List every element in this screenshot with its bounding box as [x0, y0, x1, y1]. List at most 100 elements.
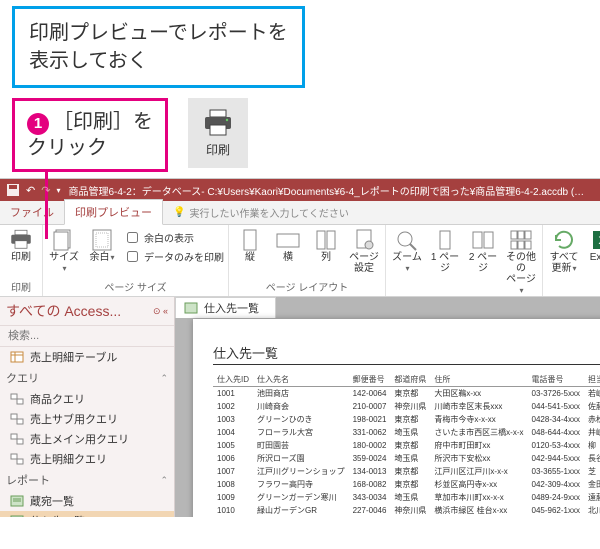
table-cell: 北川 理: [584, 504, 600, 517]
table-cell: 若嶋 瞳: [584, 387, 600, 401]
nav-item-label: 売上メイン用クエリ: [30, 431, 129, 447]
undo-icon[interactable]: ↶: [26, 184, 35, 197]
margin-label: 余白: [89, 252, 114, 263]
two-page-button[interactable]: 2 ページ: [466, 227, 500, 274]
refresh-icon: [552, 229, 576, 251]
table-cell: 359-0024: [349, 452, 391, 465]
table-cell: 0489-24-9xxx: [528, 491, 584, 504]
group-label-print: 印刷: [4, 278, 38, 296]
nav-item-label: 売上サブ用クエリ: [30, 411, 118, 427]
table-cell: 所沢市下安松xx: [430, 452, 527, 465]
query-icon: [10, 453, 24, 465]
table-row: 1002川崎商会210-0007神奈川県川崎市幸区末長xxx044-541-5x…: [213, 400, 600, 413]
tell-me[interactable]: 💡 実行したい作業を入力してください: [173, 205, 349, 224]
ribbon-group-pagelayout: 縦 横 列 ページ 設定 ページ レイアウト: [229, 225, 386, 296]
nav-item[interactable]: 蔵宛一覧: [0, 491, 174, 511]
nav-dropdown-icon[interactable]: ⊙ «: [153, 306, 168, 317]
table-cell: 198-0021: [349, 413, 391, 426]
nav-category[interactable]: クエリ⌃: [0, 367, 174, 389]
navigation-pane: すべての Access... ⊙ « 売上明細テーブルクエリ⌃商品クエリ売上サブ…: [0, 297, 175, 517]
table-cell: 江戸川区江戸川x-x-x: [430, 465, 527, 478]
query-icon: [10, 433, 24, 445]
table-header: 担当者: [584, 373, 600, 387]
nav-search-input[interactable]: [6, 329, 168, 343]
table-cell: 134-0013: [349, 465, 391, 478]
nav-item[interactable]: 商品クエリ: [0, 389, 174, 409]
table-cell: 神奈川県: [390, 400, 430, 413]
more-pages-button[interactable]: その他の ページ: [504, 227, 538, 296]
size-button[interactable]: サイズ: [47, 227, 81, 274]
table-cell: 331-0062: [349, 426, 391, 439]
nav-category[interactable]: レポート⌃: [0, 469, 174, 491]
columns-label: 列: [321, 252, 331, 263]
print-button[interactable]: 印刷: [4, 227, 38, 263]
ribbon-group-zoom: ズーム 1 ページ 2 ページ その他の ページ ズーム: [386, 225, 543, 296]
table-row: 1008フラワー高円寺168-0082東京都杉並区高円寺x-xx042-309-…: [213, 478, 600, 491]
table-cell: 赤松 祥: [584, 413, 600, 426]
table-row: 1001池田商店142-0064東京都大田区鵜x-xx03-3726-5xxx若…: [213, 387, 600, 401]
nav-item[interactable]: 売上明細テーブル: [0, 347, 174, 367]
show-margin-label: 余白の表示: [144, 230, 194, 245]
collapse-icon: ⌃: [160, 373, 168, 384]
table-header: 電話番号: [528, 373, 584, 387]
table-header: 住所: [430, 373, 527, 387]
ribbon-group-print: 印刷 印刷: [0, 225, 43, 296]
step-callout: 1［印刷］を クリック: [12, 98, 168, 172]
table-cell: 東京都: [390, 465, 430, 478]
nav-item[interactable]: 売上メイン用クエリ: [0, 429, 174, 449]
nav-item[interactable]: 売上サブ用クエリ: [0, 409, 174, 429]
tab-file[interactable]: ファイル: [0, 200, 64, 224]
table-row: 1005町田園芸180-0002東京都府中市町田町xx0120-53-4xxx柳…: [213, 439, 600, 452]
table-row: 1007江戸川グリーンショップ134-0013東京都江戸川区江戸川x-x-x03…: [213, 465, 600, 478]
table-cell: フラワー高円寺: [253, 478, 349, 491]
table-cell: 芝 俊明: [584, 465, 600, 478]
table-cell: 埼玉県: [390, 452, 430, 465]
table-cell: 1009: [213, 491, 253, 504]
refresh-all-button[interactable]: すべて 更新: [547, 227, 581, 274]
nav-title: すべての Access...: [6, 301, 121, 321]
nav-item[interactable]: 仕入先一覧: [0, 511, 174, 517]
table-cell: グリーンひのき: [253, 413, 349, 426]
data-only-checkbox[interactable]: データのみを印刷: [123, 248, 224, 265]
table-cell: 1010: [213, 504, 253, 517]
document-tab[interactable]: 仕入先一覧: [175, 297, 276, 318]
one-page-button[interactable]: 1 ページ: [428, 227, 462, 274]
redo-icon[interactable]: ↷: [41, 184, 50, 197]
two-page-label: 2 ページ: [466, 252, 500, 274]
document-tab-label: 仕入先一覧: [204, 300, 259, 316]
lightbulb-icon: 💡: [173, 207, 185, 218]
landscape-button[interactable]: 横: [271, 227, 305, 263]
zoom-button[interactable]: ズーム: [390, 227, 424, 274]
table-cell: 0428-34-4xxx: [528, 413, 584, 426]
table-cell: 遠藤 博: [584, 491, 600, 504]
table-cell: 1007: [213, 465, 253, 478]
group-label-pagelayout: ページ レイアウト: [233, 278, 381, 296]
columns-button[interactable]: 列: [309, 227, 343, 263]
print-tile-label: 印刷: [206, 141, 230, 158]
table-cell: 池田商店: [253, 387, 349, 401]
step-number: 1: [27, 113, 49, 135]
nav-header[interactable]: すべての Access... ⊙ «: [0, 297, 174, 326]
margin-icon: [90, 229, 114, 251]
save-icon[interactable]: [6, 183, 20, 197]
margin-button[interactable]: 余白: [85, 227, 119, 263]
ribbon: 印刷 印刷 サイズ 余白 余白の表示 データのみを印刷: [0, 225, 600, 297]
nav-item[interactable]: 売上明細クエリ: [0, 449, 174, 469]
table-cell: 埼玉県: [390, 426, 430, 439]
report-icon: [184, 302, 198, 314]
qat-dropdown-icon[interactable]: ▾: [56, 186, 60, 195]
show-margin-checkbox[interactable]: 余白の表示: [123, 229, 224, 246]
table-cell: 1005: [213, 439, 253, 452]
print-label: 印刷: [11, 252, 31, 263]
tab-print-preview[interactable]: 印刷プレビュー: [64, 199, 163, 225]
excel-button[interactable]: XExcel: [585, 227, 600, 263]
two-page-icon: [471, 229, 495, 251]
table-cell: 長谷川: [584, 452, 600, 465]
table-cell: 044-541-5xxx: [528, 400, 584, 413]
nav-item-label: 蔵宛一覧: [30, 493, 74, 509]
table-header: 仕入先ID: [213, 373, 253, 387]
instruction-text: 印刷プレビューでレポートを 表示しておく: [29, 22, 288, 72]
page-setup-button[interactable]: ページ 設定: [347, 227, 381, 274]
access-window: ↶ ↷ ▾ 商品管理6-4-2：データベース- C:¥Users¥Kaori¥D…: [0, 178, 600, 517]
portrait-button[interactable]: 縦: [233, 227, 267, 263]
